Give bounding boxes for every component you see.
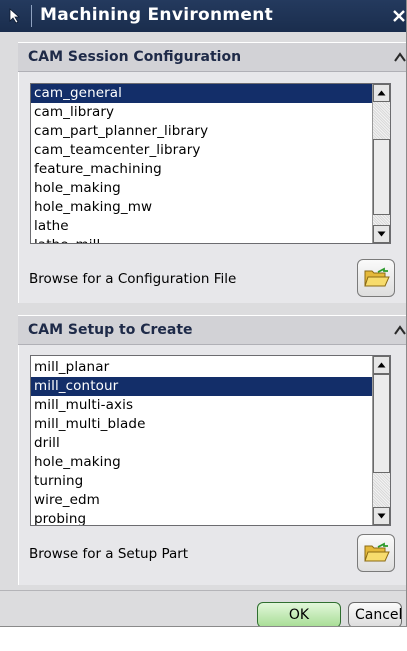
setup-create-body: mill_planar mill_contour mill_multi-axis… (18, 345, 406, 585)
list-item[interactable]: probing (31, 510, 372, 525)
list-item[interactable]: lathe_mill (31, 236, 372, 243)
browse-setup-label: Browse for a Setup Part (29, 546, 189, 562)
list-item[interactable]: drill (31, 434, 372, 453)
list-item[interactable]: mill_multi_blade (31, 415, 372, 434)
scroll-up-button[interactable] (373, 356, 390, 374)
scroll-down-arrow-icon (377, 231, 386, 237)
scroll-thumb[interactable] (373, 139, 390, 215)
list-item[interactable]: cam_part_planner_library (31, 122, 372, 141)
collapse-caret-icon[interactable] (393, 324, 407, 336)
scroll-up-arrow-icon (377, 362, 386, 368)
setup-list-scrollbar[interactable] (372, 356, 390, 525)
session-config-list[interactable]: cam_general cam_library cam_part_planner… (30, 83, 391, 244)
list-item[interactable]: hole_making (31, 179, 372, 198)
browse-config-label: Browse for a Configuration File (29, 271, 237, 287)
scroll-down-button[interactable] (373, 225, 390, 243)
list-item[interactable]: feature_machining (31, 160, 372, 179)
list-item[interactable]: cam_teamcenter_library (31, 141, 372, 160)
setup-create-items: mill_planar mill_contour mill_multi-axis… (31, 358, 372, 525)
scroll-thumb[interactable] (373, 374, 390, 473)
list-item-mill-contour[interactable]: mill_contour (31, 377, 372, 396)
pointer-arrow-icon (9, 8, 21, 24)
window-title: Machining Environment (40, 5, 274, 25)
setup-create-title: CAM Setup to Create (28, 322, 193, 338)
open-folder-icon (364, 267, 390, 287)
ok-button[interactable]: OK (257, 602, 341, 626)
browse-config-button[interactable] (357, 259, 395, 297)
scroll-down-arrow-icon (377, 513, 386, 519)
session-config-header[interactable]: CAM Session Configuration (18, 42, 407, 72)
list-item[interactable]: cam_library (31, 103, 372, 122)
close-icon[interactable] (392, 9, 406, 23)
open-folder-icon (364, 542, 390, 562)
title-bar[interactable]: Machining Environment (0, 0, 406, 32)
scroll-up-arrow-icon (377, 90, 386, 96)
list-item[interactable]: turning (31, 472, 372, 491)
title-separator (31, 5, 32, 27)
list-item[interactable]: hole_making (31, 453, 372, 472)
list-item[interactable]: mill_planar (31, 358, 372, 377)
machining-environment-dialog: Machining Environment CAM Session Config… (0, 0, 407, 627)
scroll-down-button[interactable] (373, 507, 390, 525)
collapse-caret-icon[interactable] (393, 51, 407, 63)
cancel-button[interactable]: Cancel (348, 602, 402, 626)
session-list-scrollbar[interactable] (372, 84, 390, 243)
list-item[interactable]: wire_edm (31, 491, 372, 510)
session-config-items: cam_general cam_library cam_part_planner… (31, 84, 372, 243)
session-config-title: CAM Session Configuration (28, 49, 242, 65)
setup-create-header[interactable]: CAM Setup to Create (18, 315, 407, 345)
list-item[interactable]: hole_making_mw (31, 198, 372, 217)
scroll-up-button[interactable] (373, 84, 390, 102)
list-item[interactable]: lathe (31, 217, 372, 236)
list-item[interactable]: mill_multi-axis (31, 396, 372, 415)
list-item-cam-general[interactable]: cam_general (31, 84, 372, 103)
setup-create-list[interactable]: mill_planar mill_contour mill_multi-axis… (30, 355, 391, 526)
footer-divider (0, 590, 406, 591)
browse-setup-button[interactable] (357, 534, 395, 572)
session-config-body: cam_general cam_library cam_part_planner… (18, 72, 406, 303)
